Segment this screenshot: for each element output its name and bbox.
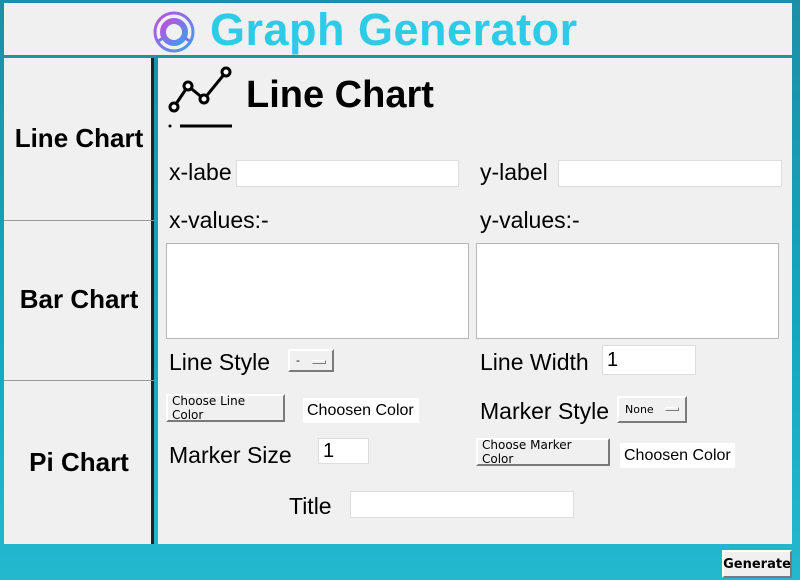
line-style-label: Line Style	[169, 349, 271, 375]
y-label-label: y-label	[480, 159, 548, 185]
option-menu-indicator-icon	[312, 360, 326, 364]
line-style-select[interactable]: -	[288, 349, 334, 372]
sidebar-item-line-chart[interactable]: Line Chart	[4, 58, 154, 218]
sidebar-item-pi-chart[interactable]: Pi Chart	[4, 380, 154, 544]
y-values-textarea[interactable]	[476, 243, 779, 339]
x-values-label: x-values:-	[169, 207, 269, 233]
marker-size-label: Marker Size	[169, 442, 292, 468]
x-label-label: x-labe	[169, 159, 232, 185]
title-label: Title	[289, 493, 332, 519]
marker-style-label: Marker Style	[480, 398, 610, 424]
sidebar-item-bar-chart[interactable]: Bar Chart	[4, 220, 154, 378]
option-menu-indicator-icon	[665, 407, 679, 411]
donut-chart-logo-icon	[153, 11, 195, 53]
choose-marker-color-button[interactable]: Choose Marker Color	[476, 438, 610, 466]
choose-line-color-button[interactable]: Choose Line Color	[166, 394, 285, 422]
marker-size-input[interactable]	[318, 438, 369, 464]
app-title: Graph Generator	[210, 4, 578, 55]
marker-color-preview: Choosen Color	[620, 443, 735, 468]
title-input[interactable]	[350, 491, 574, 518]
panel-title: Line Chart	[246, 74, 434, 116]
generate-button[interactable]: Generate	[722, 550, 792, 578]
x-values-textarea[interactable]	[166, 243, 469, 339]
y-values-label: y-values:-	[480, 207, 580, 233]
line-chart-icon	[168, 66, 232, 128]
line-style-selected-value: -	[296, 354, 300, 367]
line-width-input[interactable]	[602, 345, 696, 375]
marker-style-selected-value: None	[625, 403, 654, 416]
marker-style-select[interactable]: None	[617, 396, 687, 423]
line-color-preview: Choosen Color	[303, 398, 419, 423]
x-label-input[interactable]	[236, 160, 459, 187]
y-label-input[interactable]	[558, 160, 782, 187]
line-width-label: Line Width	[480, 349, 589, 375]
